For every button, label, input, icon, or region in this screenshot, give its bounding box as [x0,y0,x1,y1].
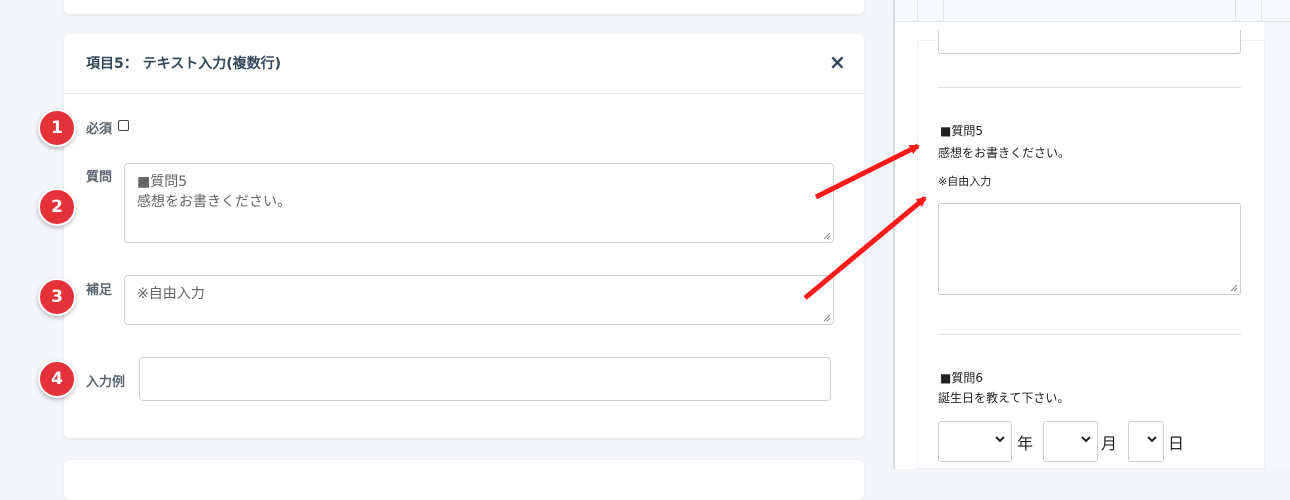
arrow-to-question [814,143,920,200]
annotation-arrows [803,143,927,300]
arrow-to-note [803,196,927,300]
